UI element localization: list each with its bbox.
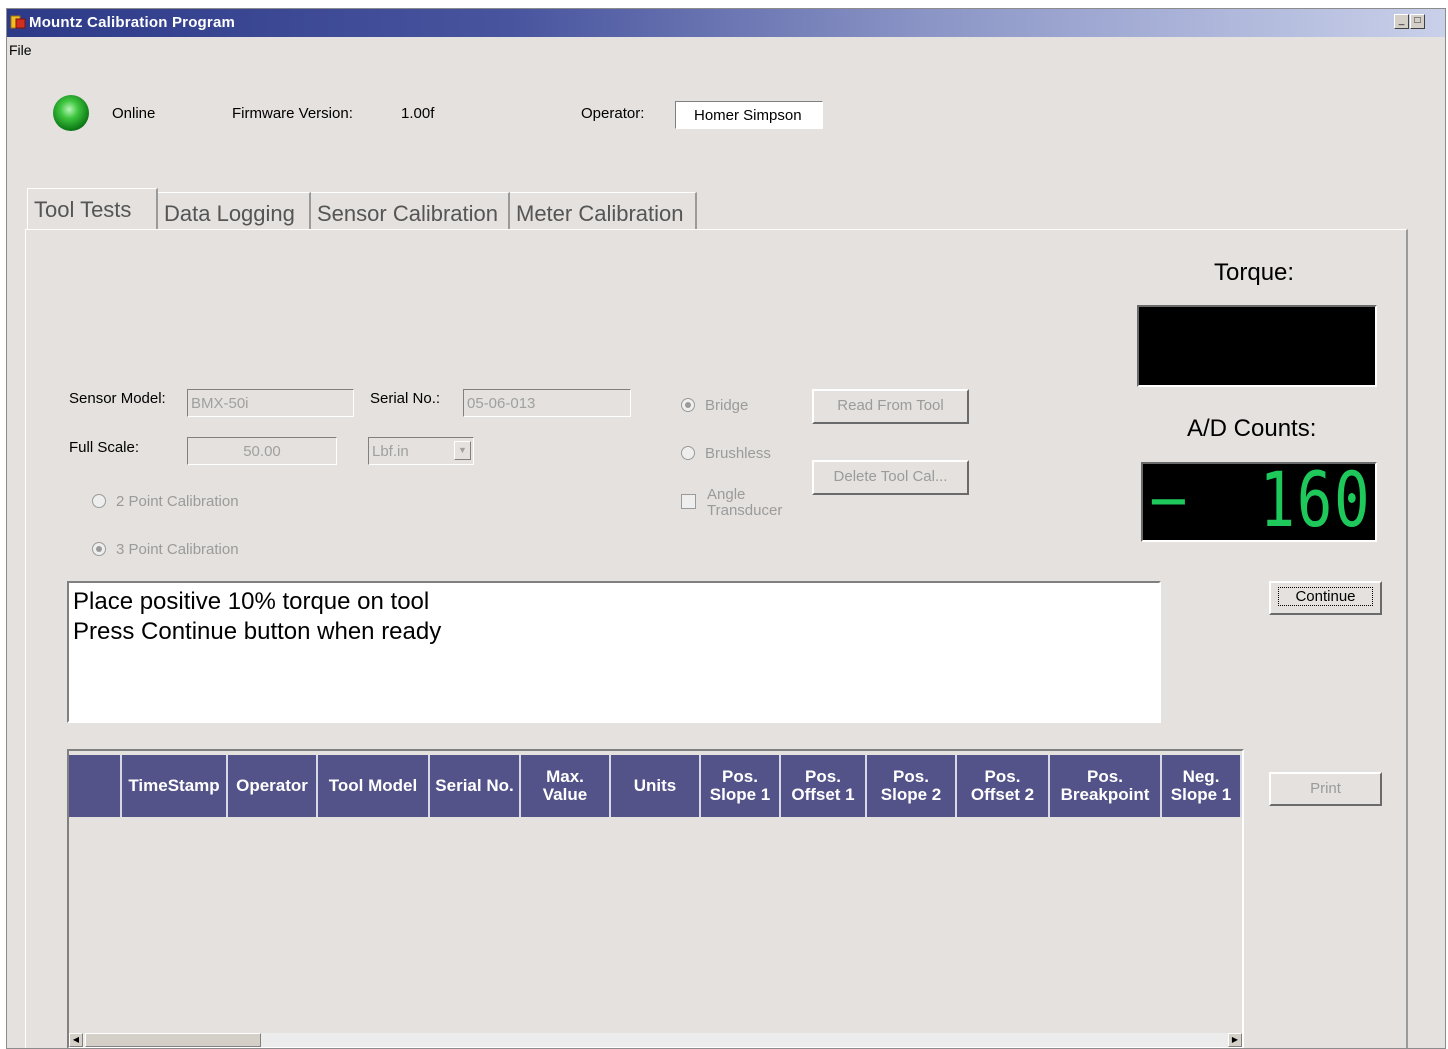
title-bar[interactable]: Mountz Calibration Program _ □ xyxy=(7,9,1445,37)
message-line-1: Place positive 10% torque on tool xyxy=(73,588,430,615)
three-point-radio[interactable] xyxy=(92,542,106,556)
sensor-model-field[interactable]: BMX-50i xyxy=(187,389,354,417)
operator-field[interactable]: Homer Simpson xyxy=(675,101,823,129)
column-header[interactable]: Pos. Slope 1 xyxy=(701,755,781,817)
transducer-label: Transducer xyxy=(707,502,783,519)
online-status-led-icon xyxy=(53,95,89,131)
two-point-label: 2 Point Calibration xyxy=(116,493,239,510)
column-header[interactable]: Operator xyxy=(228,755,318,817)
ad-counts-display: − 160 xyxy=(1141,455,1377,544)
main-window: Mountz Calibration Program _ □ File Onli… xyxy=(6,8,1446,1049)
serial-label: Serial No.: xyxy=(370,390,441,407)
column-header[interactable]: Tool Model xyxy=(318,755,430,817)
firmware-value: 1.00f xyxy=(401,105,435,122)
ad-counts-label: A/D Counts: xyxy=(1187,415,1317,442)
minimize-button[interactable]: _ xyxy=(1394,14,1409,29)
scroll-left-icon[interactable]: ◀ xyxy=(69,1033,83,1047)
torque-label: Torque: xyxy=(1214,259,1295,286)
menu-bar: File xyxy=(7,37,1445,59)
table-header-row: TimeStamp Operator Tool Model Serial No.… xyxy=(69,755,1242,817)
column-header[interactable]: Neg. Slope 1 xyxy=(1162,755,1242,817)
continue-button[interactable]: Continue xyxy=(1269,581,1382,615)
delete-tool-cal-button[interactable]: Delete Tool Cal... xyxy=(812,460,969,495)
results-table[interactable]: TimeStamp Operator Tool Model Serial No.… xyxy=(67,749,1244,1048)
column-header[interactable]: Pos. Offset 2 xyxy=(957,755,1050,817)
brushless-label: Brushless xyxy=(705,445,771,462)
tab-tool-tests[interactable]: Tool Tests xyxy=(27,188,158,230)
column-header[interactable]: Pos. Offset 1 xyxy=(781,755,867,817)
full-scale-field[interactable]: 50.00 xyxy=(187,437,337,465)
horizontal-scrollbar[interactable]: ◀ ▶ xyxy=(69,1033,1242,1047)
row-selector-header xyxy=(69,755,122,817)
angle-transducer-checkbox[interactable] xyxy=(681,494,696,509)
chevron-down-icon[interactable]: ▼ xyxy=(454,441,471,460)
firmware-label: Firmware Version: xyxy=(232,105,353,122)
tab-data-logging[interactable]: Data Logging xyxy=(158,192,311,230)
angle-label: Angle xyxy=(707,486,746,503)
column-header[interactable]: TimeStamp xyxy=(122,755,228,817)
two-point-radio[interactable] xyxy=(92,494,106,508)
units-select[interactable]: Lbf.in ▼ xyxy=(368,437,474,465)
brushless-radio[interactable] xyxy=(681,446,695,460)
instruction-message-box[interactable]: Place positive 10% torque on tool Press … xyxy=(67,581,1161,723)
column-header[interactable]: Serial No. xyxy=(430,755,521,817)
tab-sensor-calibration[interactable]: Sensor Calibration xyxy=(311,192,510,230)
print-button[interactable]: Print xyxy=(1269,772,1382,806)
scroll-thumb[interactable] xyxy=(85,1033,261,1047)
tab-meter-calibration[interactable]: Meter Calibration xyxy=(510,192,697,230)
scroll-right-icon[interactable]: ▶ xyxy=(1228,1033,1242,1047)
ad-counts-value: 160 xyxy=(1259,455,1371,544)
message-line-2: Press Continue button when ready xyxy=(73,618,442,645)
bridge-label: Bridge xyxy=(705,397,749,414)
three-point-label: 3 Point Calibration xyxy=(116,541,239,558)
units-select-value: Lbf.in xyxy=(372,443,409,460)
online-label: Online xyxy=(112,105,156,122)
bridge-radio[interactable] xyxy=(681,398,695,412)
full-scale-label: Full Scale: xyxy=(69,439,140,456)
column-header[interactable]: Max. Value xyxy=(521,755,611,817)
maximize-button[interactable]: □ xyxy=(1410,14,1425,29)
operator-label: Operator: xyxy=(581,105,645,122)
column-header[interactable]: Pos. Breakpoint xyxy=(1050,755,1162,817)
app-icon xyxy=(10,15,26,29)
read-from-tool-button[interactable]: Read From Tool xyxy=(812,389,969,424)
sensor-model-label: Sensor Model: xyxy=(69,390,166,407)
ad-counts-sign: − xyxy=(1149,464,1188,538)
column-header[interactable]: Units xyxy=(611,755,701,817)
column-header[interactable]: Pos. Slope 2 xyxy=(867,755,957,817)
menu-file[interactable]: File xyxy=(9,42,32,58)
torque-display xyxy=(1137,305,1377,387)
window-title: Mountz Calibration Program xyxy=(29,14,236,31)
serial-field[interactable]: 05-06-013 xyxy=(463,389,631,417)
continue-label: Continue xyxy=(1278,587,1373,606)
